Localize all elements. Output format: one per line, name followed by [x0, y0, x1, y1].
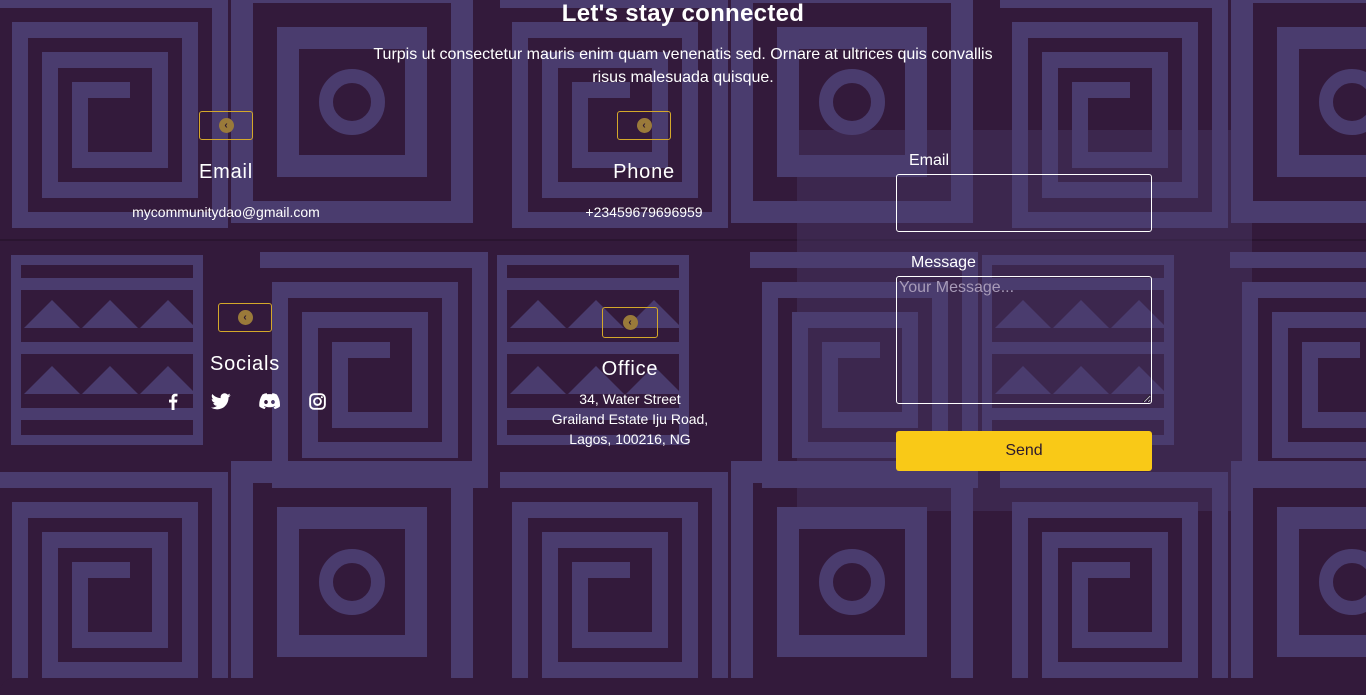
social-links	[130, 390, 360, 412]
twitter-icon[interactable]	[210, 390, 232, 412]
chevron-left-icon: ‹	[237, 310, 253, 325]
phone-icon-box: ‹	[617, 111, 671, 140]
facebook-icon[interactable]	[162, 390, 184, 412]
contact-section: Let's stay connected Turpis ut consectet…	[0, 0, 1366, 695]
email-icon-box: ‹	[199, 111, 253, 140]
office-address-line-2: Grailand Estate Iju Road,	[551, 411, 709, 427]
phone-number[interactable]: +23459679696959	[544, 202, 744, 222]
email-address[interactable]: mycommunitydao@gmail.com	[110, 202, 342, 222]
page-subtitle: Turpis ut consectetur mauris enim quam v…	[350, 43, 1016, 89]
page-title: Let's stay connected	[561, 0, 805, 27]
office-address-line-1: 34, Water Street	[579, 391, 681, 407]
subtitle-line-2: risus malesuada quisque.	[592, 69, 774, 86]
next-section-edge	[0, 678, 1366, 695]
office-card-title: Office	[601, 358, 659, 380]
office-address-line-3: Lagos, 100216, NG	[569, 431, 691, 447]
chevron-left-icon: ‹	[218, 118, 234, 133]
instagram-icon[interactable]	[306, 390, 328, 412]
message-field[interactable]	[896, 276, 1152, 404]
message-field-label: Message	[911, 254, 976, 271]
email-card-title: Email	[198, 161, 253, 183]
email-field[interactable]	[896, 174, 1152, 232]
office-icon-box: ‹	[602, 307, 658, 338]
office-address: 34, Water Street Grailand Estate Iju Roa…	[530, 389, 730, 449]
send-button[interactable]: Send	[896, 431, 1152, 471]
phone-card: ‹ Phone +23459679696959	[544, 111, 744, 222]
chevron-left-icon: ‹	[636, 118, 652, 133]
discord-icon[interactable]	[258, 390, 280, 412]
office-card: ‹ Office 34, Water Street Grailand Estat…	[530, 307, 730, 449]
email-card: ‹ Email mycommunitydao@gmail.com	[110, 111, 342, 222]
socials-icon-box: ‹	[218, 303, 272, 332]
phone-card-title: Phone	[613, 161, 675, 183]
socials-card-title: Socials	[209, 353, 281, 375]
socials-card: ‹ Socials	[130, 303, 360, 412]
subtitle-line-1: Turpis ut consectetur mauris enim quam v…	[373, 46, 993, 63]
email-field-label: Email	[909, 152, 950, 169]
chevron-left-icon: ‹	[622, 315, 638, 330]
